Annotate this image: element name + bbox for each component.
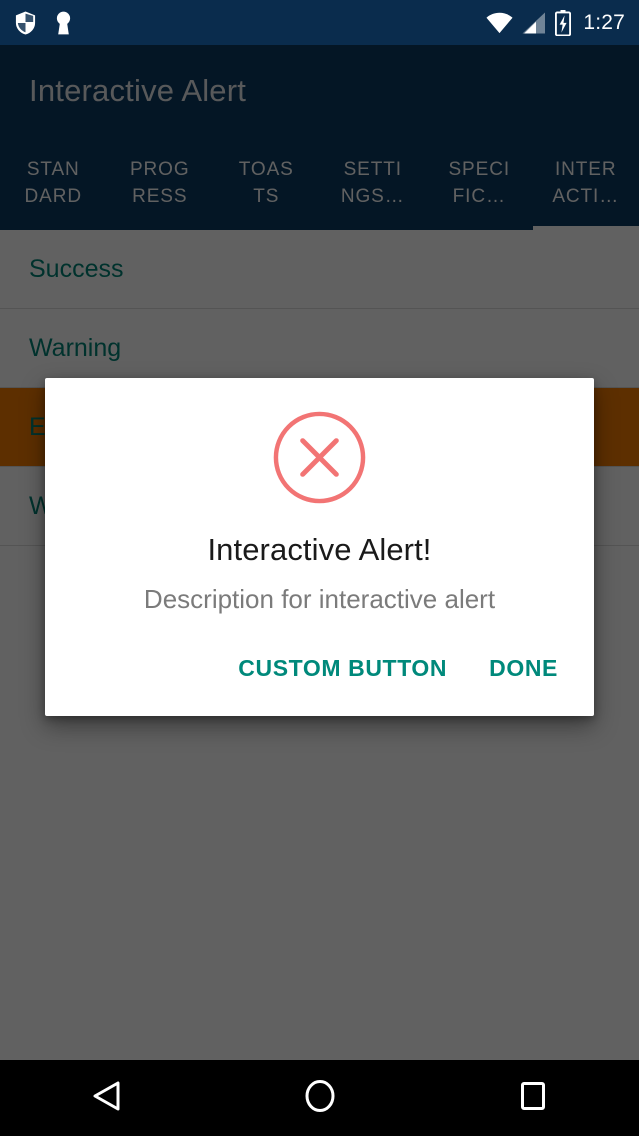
home-circle-icon — [304, 1079, 336, 1118]
status-bar-left-icons — [14, 10, 72, 36]
status-bar: 1:27 — [0, 0, 639, 45]
android-nav-bar — [0, 1060, 639, 1136]
android-screen: Interactive Alert STAN DARD PROG RESS TO… — [0, 0, 639, 1136]
dialog-title: Interactive Alert! — [207, 532, 432, 567]
shield-icon — [14, 10, 37, 36]
interactive-alert-dialog: Interactive Alert! Description for inter… — [45, 378, 594, 716]
battery-charging-icon — [555, 9, 572, 36]
dialog-description: Description for interactive alert — [143, 584, 496, 614]
wifi-icon — [486, 12, 513, 34]
status-bar-clock: 1:27 — [583, 10, 625, 34]
recents-button[interactable] — [426, 1060, 639, 1136]
keyhole-icon — [55, 10, 72, 36]
home-button[interactable] — [213, 1060, 426, 1136]
back-triangle-icon — [92, 1080, 122, 1117]
error-circle-x-icon — [270, 408, 369, 512]
dialog-icon-wrapper — [45, 408, 594, 512]
cell-signal-icon — [522, 12, 546, 34]
dialog-action-bar: CUSTOM BUTTON DONE — [45, 615, 594, 716]
custom-button[interactable]: CUSTOM BUTTON — [222, 645, 463, 692]
back-button[interactable] — [0, 1060, 213, 1136]
status-bar-right-icons: 1:27 — [486, 9, 625, 36]
recents-square-icon — [518, 1080, 548, 1117]
done-button[interactable]: DONE — [473, 645, 574, 692]
